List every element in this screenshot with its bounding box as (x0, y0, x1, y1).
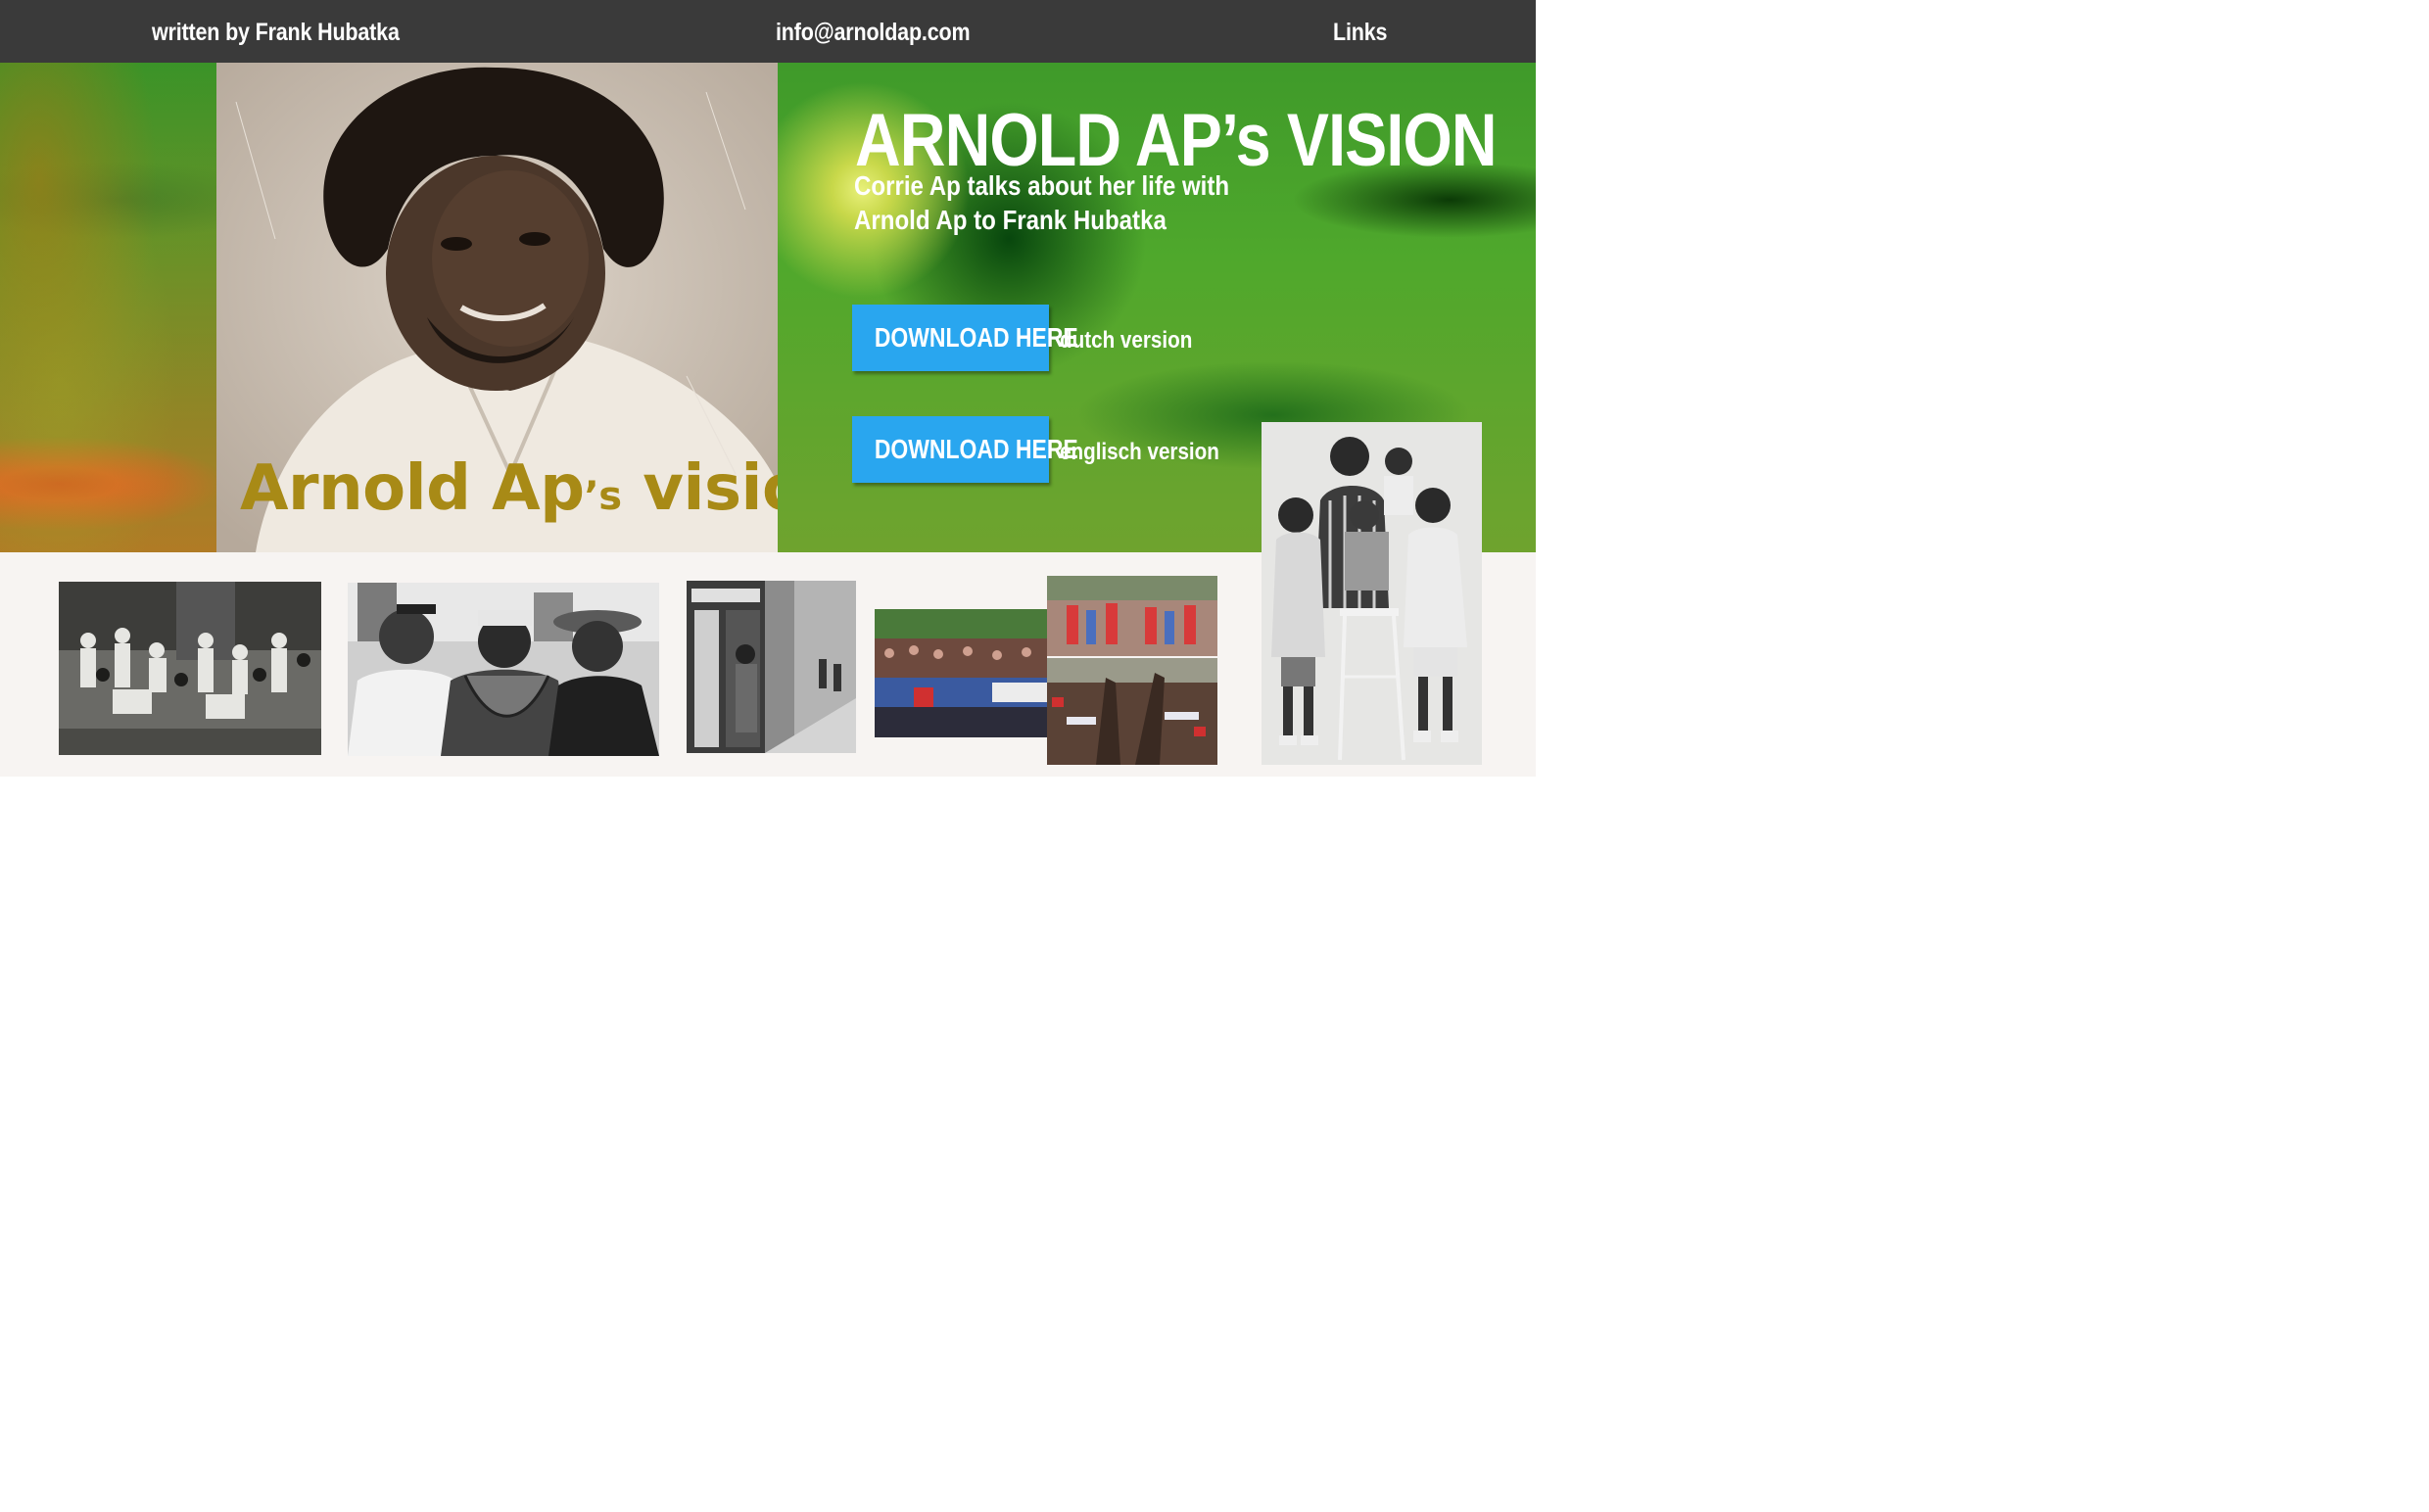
links-nav-item[interactable]: Links (1333, 0, 1387, 63)
download-dutch-button[interactable]: DOWNLOAD HERE (852, 305, 1078, 371)
rally-banner-photo[interactable] (875, 609, 1047, 737)
dutch-version-label: dutch version (1060, 327, 1193, 354)
group-forest-photo[interactable] (59, 582, 321, 755)
subtitle-line-1: Corrie Ap talks about her life with (854, 170, 1230, 201)
three-men-photo[interactable] (348, 583, 659, 756)
english-version-label: englisch version (1060, 439, 1219, 465)
email-link[interactable]: info@arnoldap.com (776, 0, 971, 63)
page-subtitle: Corrie Ap talks about her life with Arno… (854, 168, 1250, 237)
author-link[interactable]: written by Frank Hubatka (152, 0, 400, 63)
family-photo[interactable] (1262, 422, 1482, 765)
download-english-button[interactable]: DOWNLOAD HERE (852, 416, 1078, 483)
subtitle-line-2: Arnold Ap to Frank Hubatka (854, 205, 1167, 235)
hero-left-background (0, 63, 216, 552)
arnold-ap-portrait: Arnold Ap’s vision (216, 63, 778, 552)
telephone-booth-photo[interactable] (687, 581, 856, 753)
parade-photo[interactable] (1047, 576, 1217, 656)
portrait-caption: Arnold Ap’s vision (240, 452, 778, 525)
crowd-protest-photo[interactable] (1047, 658, 1217, 765)
top-nav-bar: written by Frank Hubatka info@arnoldap.c… (0, 0, 1536, 63)
